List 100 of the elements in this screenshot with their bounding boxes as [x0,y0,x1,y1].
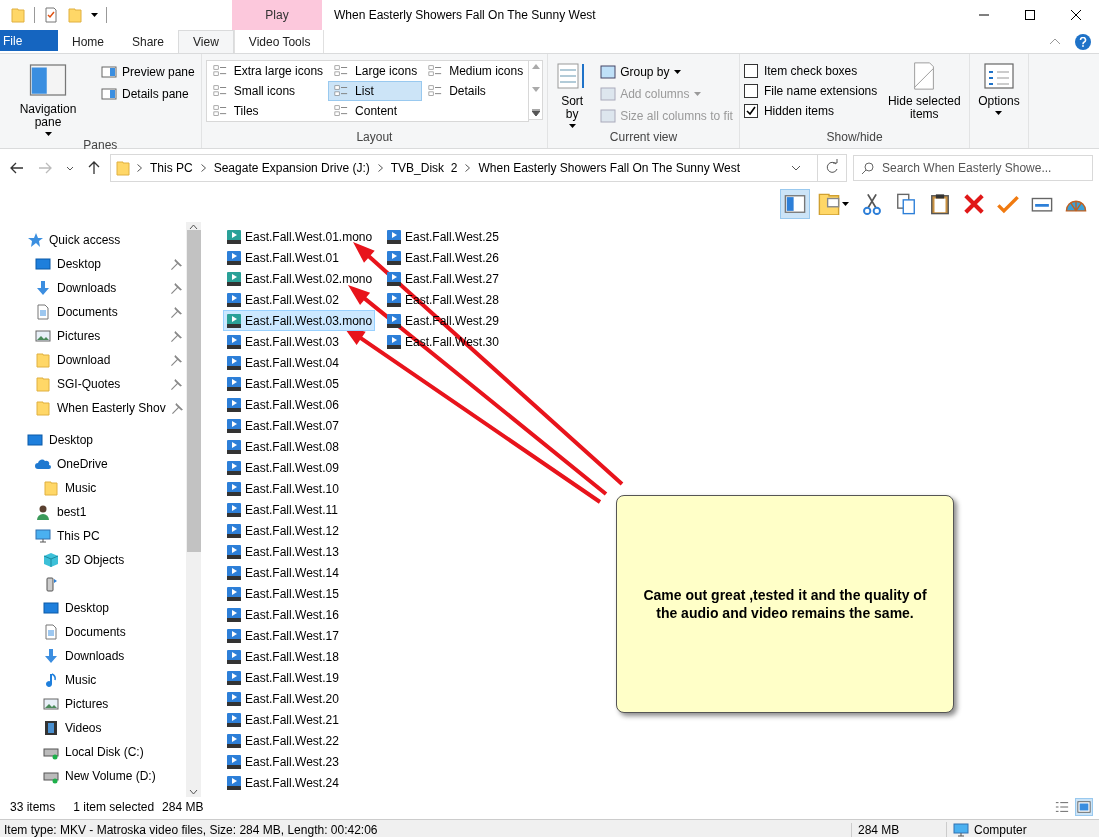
gallery-scrollbar[interactable] [529,60,544,120]
current-view-option[interactable]: Group by [598,62,735,82]
scrollbar[interactable] [186,222,201,797]
file-item[interactable]: East.Fall.West.16 [223,604,342,625]
nav-item[interactable]: When Easterly Shov [0,396,186,420]
file-item[interactable]: East.Fall.West.03.mono [223,310,376,331]
breadcrumb[interactable]: Seagate Expansion Drive (J:) [211,161,372,175]
pane-option[interactable]: Preview pane [98,62,197,82]
file-item[interactable]: East.Fall.West.09 [223,457,342,478]
nav-item[interactable]: Music [0,476,186,500]
file-item[interactable]: East.Fall.West.10 [223,478,342,499]
file-item[interactable]: East.Fall.West.01 [223,247,342,268]
large-icons-view-button[interactable] [1075,798,1093,816]
ribbon-tab[interactable]: File [0,30,58,51]
nav-item[interactable]: New Volume (D:) [0,764,186,788]
nav-item[interactable]: Download [0,348,186,372]
nav-item[interactable]: Documents [0,300,186,324]
file-item[interactable]: East.Fall.West.02 [223,289,342,310]
nav-item[interactable]: Documents [0,620,186,644]
file-item[interactable]: East.Fall.West.24 [223,772,342,793]
file-item[interactable]: East.Fall.West.02.mono [223,268,376,289]
ribbon-tab[interactable]: Share [118,30,179,53]
hide-selected-button[interactable]: Hide selected items [883,58,966,130]
checkbox[interactable]: File name extensions [743,82,878,100]
pin-icon [171,354,182,366]
video-file-icon [226,312,242,329]
layout-option[interactable]: Content [328,101,423,121]
breadcrumb[interactable]: TVB_Disk 2 [388,161,460,175]
file-item[interactable]: East.Fall.West.27 [383,268,502,289]
download-arrow-icon [43,648,59,664]
nav-item[interactable]: Downloads [0,276,186,300]
nav-item[interactable]: Downloads [0,644,186,668]
address-bar[interactable]: This PC Seagate Expansion Drive (J:) TVB_Disk 2 When Easterly Showers Fall On The Sunny West [110,154,847,182]
file-item[interactable]: East.Fall.West.25 [383,226,502,247]
nav-item[interactable]: SGI-Quotes [0,372,186,396]
file-item[interactable]: East.Fall.West.17 [223,625,342,646]
nav-item[interactable]: OneDrive [0,452,186,476]
layout-option[interactable]: Large icons [328,61,423,81]
nav-item[interactable]: Quick access [0,228,186,252]
person-icon [35,504,51,520]
video-file-icon [226,711,242,728]
file-item[interactable]: East.Fall.West.14 [223,562,342,583]
nav-item[interactable]: 3D Objects [0,548,186,572]
pin-icon [171,378,182,390]
file-item[interactable]: East.Fall.West.05 [223,373,342,394]
file-item[interactable]: East.Fall.West.13 [223,541,342,562]
scroll-down-icon [189,789,198,795]
nav-item[interactable]: Pictures [0,324,186,348]
layout-option[interactable]: Medium icons [422,61,529,81]
file-item[interactable]: East.Fall.West.12 [223,520,342,541]
file-item[interactable]: East.Fall.West.01.mono [223,226,376,247]
file-item[interactable]: East.Fall.West.18 [223,646,342,667]
file-item[interactable]: East.Fall.West.20 [223,688,342,709]
maximize-icon [1025,10,1035,20]
file-item[interactable]: East.Fall.West.19 [223,667,342,688]
back-arrow-icon [10,162,24,174]
folder-icon [67,7,83,23]
ribbon-tab[interactable]: Home [58,30,118,53]
video-file-icon [226,669,242,686]
layout-option[interactable]: Tiles [206,101,329,121]
nav-item[interactable]: best1 [0,500,186,524]
nav-item[interactable]: Desktop [0,252,186,276]
breadcrumb[interactable]: This PC [148,161,195,175]
file-item[interactable]: East.Fall.West.06 [223,394,342,415]
breadcrumb[interactable]: When Easterly Showers Fall On The Sunny West [476,161,743,175]
options-button[interactable]: Options [974,58,1024,148]
scroll-up-icon [189,224,198,230]
nav-item[interactable]: Desktop [0,596,186,620]
navigation-pane-button[interactable]: Navigation pane [4,58,92,138]
file-item[interactable]: East.Fall.West.15 [223,583,342,604]
file-item[interactable]: East.Fall.West.26 [383,247,502,268]
nav-item[interactable]: This PC [0,524,186,548]
pane-option[interactable]: Details pane [98,84,197,104]
help-button[interactable] [1075,33,1091,50]
sort-by-button[interactable]: Sort by [552,58,593,130]
dropdown-icon[interactable] [791,165,801,171]
ribbon-tab[interactable]: View [178,30,234,53]
file-item[interactable]: East.Fall.West.11 [223,499,341,520]
nav-item[interactable]: Music [0,668,186,692]
video-file-icon [226,606,242,623]
checkbox[interactable]: Item check boxes [743,62,878,80]
options-list-icon [982,60,1015,92]
monitor-icon [35,528,51,544]
layout-option[interactable]: Details [422,81,529,101]
layout-option[interactable]: List [328,81,423,101]
file-item[interactable]: East.Fall.West.21 [223,709,342,730]
file-item[interactable]: East.Fall.West.04 [223,352,342,373]
file-item[interactable]: East.Fall.West.08 [223,436,342,457]
nav-item[interactable]: Pictures [0,692,186,716]
layout-option[interactable]: Small icons [206,81,329,101]
layout-option[interactable]: Extra large icons [206,61,329,81]
search-field[interactable]: Search When Easterly Showe... [853,155,1093,181]
checkbox[interactable]: Hidden items [743,102,878,120]
file-item[interactable]: East.Fall.West.23 [223,751,342,772]
nav-item[interactable]: Desktop [0,428,186,452]
nav-item[interactable]: Local Disk (C:) [0,740,186,764]
file-item[interactable]: East.Fall.West.22 [223,730,342,751]
nav-item[interactable]: Videos [0,716,186,740]
file-item[interactable]: East.Fall.West.03 [223,331,342,352]
file-item[interactable]: East.Fall.West.07 [223,415,342,436]
